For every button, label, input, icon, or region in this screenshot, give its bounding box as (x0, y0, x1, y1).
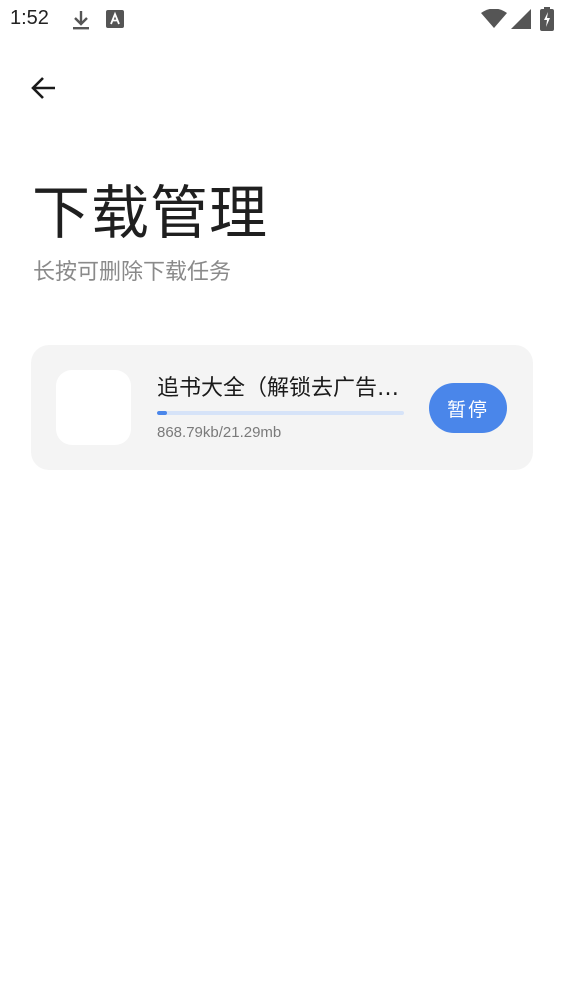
battery-charging-icon (540, 7, 554, 35)
app-icon (56, 370, 131, 445)
wifi-icon (481, 8, 507, 33)
pause-button[interactable]: 暂停 (429, 383, 507, 433)
download-progress-bar (157, 411, 404, 415)
back-button[interactable] (22, 68, 66, 112)
download-item[interactable]: 追书大全（解锁去广告版） 868.79kb/21.29mb 暂停 (31, 345, 533, 470)
text-a-icon (106, 10, 124, 32)
status-time: 1:52 (10, 7, 49, 29)
download-progress-fill (157, 411, 167, 415)
download-icon (70, 8, 92, 36)
signal-icon (511, 9, 531, 33)
page-subtitle: 长按可删除下载任务 (33, 260, 232, 285)
download-app-name: 追书大全（解锁去广告版） (157, 376, 407, 401)
status-bar: 1:52 (0, 0, 564, 40)
arrow-left-icon (30, 74, 58, 106)
page-title: 下载管理 (32, 179, 269, 247)
download-size-text: 868.79kb/21.29mb (157, 424, 282, 441)
